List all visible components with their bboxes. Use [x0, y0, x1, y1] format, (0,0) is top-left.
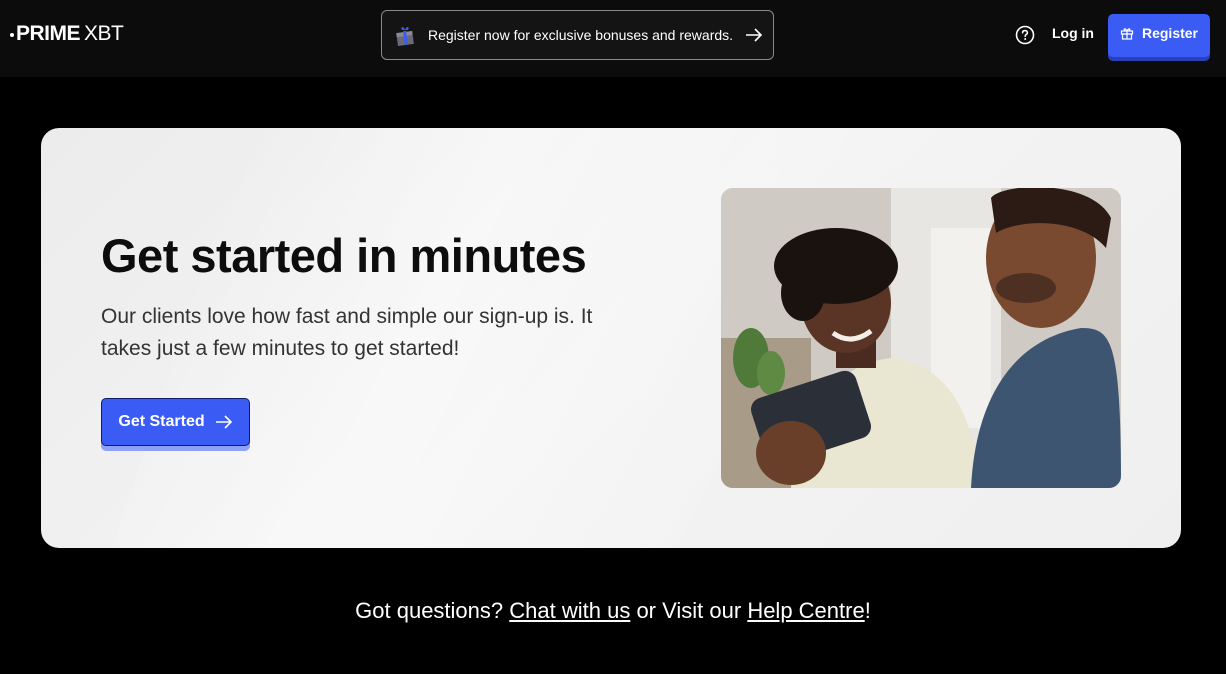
- arrow-right-icon: [746, 28, 763, 42]
- get-started-button[interactable]: Get Started: [101, 398, 250, 446]
- logo-prime-text: PRIME: [16, 22, 81, 45]
- register-button[interactable]: Register: [1108, 14, 1210, 57]
- support-prefix: Got questions?: [355, 598, 510, 623]
- arrow-right-icon: [215, 415, 232, 429]
- gift-box-icon: [396, 27, 414, 47]
- register-label: Register: [1141, 24, 1199, 41]
- primexbt-logo[interactable]: PRIME XBT: [10, 22, 124, 46]
- promo-text: Register now for exclusive bonuses and r…: [428, 27, 734, 43]
- question-circle-icon: [1015, 25, 1035, 45]
- people-with-phone-illustration: [721, 188, 1121, 488]
- login-link[interactable]: Log in: [1052, 25, 1094, 41]
- support-middle: or Visit our: [630, 598, 748, 623]
- hero-title: Get started in minutes: [101, 229, 587, 282]
- support-suffix: !: [864, 598, 871, 623]
- hero-photo: [721, 188, 1121, 488]
- gift-icon: [1120, 27, 1134, 40]
- chat-with-us-link[interactable]: Chat with us: [509, 598, 630, 623]
- help-button[interactable]: [1014, 24, 1036, 46]
- logo-xbt-text: XBT: [84, 22, 124, 45]
- register-promo-banner[interactable]: Register now for exclusive bonuses and r…: [381, 10, 774, 60]
- logo-dot: [10, 32, 14, 37]
- support-prompt: Got questions? Chat with us or Visit our…: [0, 598, 1226, 624]
- hero-card: Get started in minutes Our clients love …: [41, 128, 1181, 548]
- top-navigation-bar: PRIME XBT Register now for exclusive bon…: [0, 0, 1226, 77]
- help-centre-link[interactable]: Help Centre: [747, 598, 864, 623]
- hero-subtitle: Our clients love how fast and simple our…: [101, 305, 593, 360]
- get-started-label: Get Started: [118, 413, 205, 430]
